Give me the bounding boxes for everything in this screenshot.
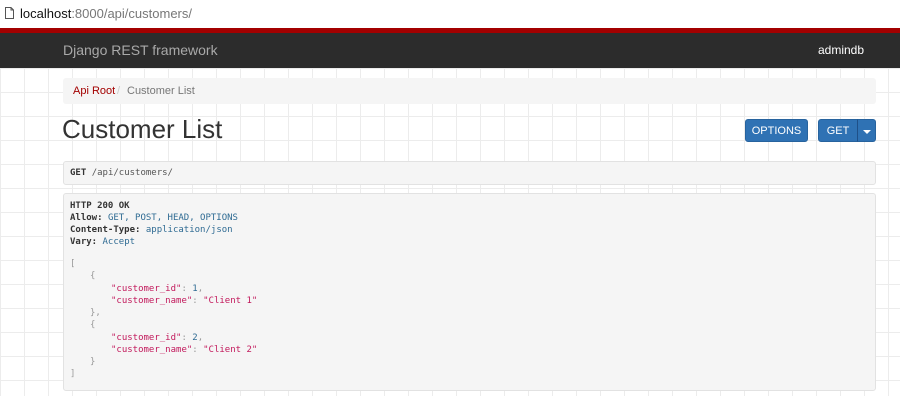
header-value: GET, POST, HEAD, OPTIONS — [107, 213, 238, 223]
json-open-bracket: [ — [70, 259, 76, 269]
json-close-brace: } — [90, 357, 96, 367]
header-name: Vary: — [70, 237, 98, 247]
json-key: "customer_name" — [111, 345, 193, 355]
json-comma: , — [197, 333, 204, 343]
caret-down-icon — [863, 130, 871, 134]
header-name: Content-Type: — [70, 225, 141, 235]
request-path: /api/customers/ — [91, 168, 173, 178]
options-button[interactable]: OPTIONS — [745, 119, 808, 142]
request-method: GET — [70, 168, 87, 178]
header-name: Allow: — [70, 213, 103, 223]
breadcrumb: Api Root / Customer List — [63, 78, 876, 104]
url-path: :8000/api/customers/ — [71, 6, 192, 21]
json-colon: : — [192, 296, 204, 306]
breadcrumb-separator: / — [117, 85, 121, 97]
json-comma: , — [197, 284, 204, 294]
url-text[interactable]: localhost:8000/api/customers/ — [20, 6, 192, 21]
header-value: application/json — [145, 225, 233, 235]
json-close-brace: }, — [90, 308, 101, 318]
get-button[interactable]: GET — [818, 119, 858, 142]
json-string-value: "Client 2" — [203, 345, 258, 355]
browser-address-bar[interactable]: localhost:8000/api/customers/ — [0, 0, 900, 29]
json-field-row: "customer_id": 1, — [111, 284, 203, 294]
navbar-user[interactable]: admindb — [818, 43, 864, 57]
response-info: HTTP 200 OK Allow: GET, POST, HEAD, OPTI… — [63, 193, 876, 391]
json-colon: : — [181, 284, 193, 294]
json-key: "customer_name" — [111, 296, 193, 306]
response-header: Content-Type: application/json — [70, 225, 233, 235]
json-close-bracket: ] — [70, 369, 76, 379]
page-icon — [5, 7, 14, 19]
page-title: Customer List — [62, 114, 223, 144]
json-key: "customer_id" — [111, 333, 182, 343]
json-open-brace: { — [90, 320, 96, 330]
json-field-row: "customer_id": 2, — [111, 333, 203, 343]
json-key: "customer_id" — [111, 284, 182, 294]
main-content: Api Root / Customer List Customer List O… — [0, 68, 900, 396]
response-header: Allow: GET, POST, HEAD, OPTIONS — [70, 213, 238, 223]
json-colon: : — [181, 333, 193, 343]
breadcrumb-current: Customer List — [127, 85, 195, 97]
navbar-brand[interactable]: Django REST framework — [63, 42, 218, 58]
json-field-row: "customer_name": "Client 1" — [111, 296, 257, 306]
request-info: GET /api/customers/ — [63, 161, 876, 185]
json-string-value: "Client 1" — [203, 296, 258, 306]
json-open-brace: { — [90, 271, 96, 281]
response-status: HTTP 200 OK — [70, 201, 130, 211]
url-host: localhost — [20, 6, 72, 21]
breadcrumb-api-root-link[interactable]: Api Root — [73, 78, 115, 104]
navbar: Django REST framework admindb — [0, 33, 900, 68]
json-field-row: "customer_name": "Client 2" — [111, 345, 257, 355]
json-colon: : — [192, 345, 204, 355]
header-value: Accept — [102, 237, 136, 247]
response-header: Vary: Accept — [70, 237, 135, 247]
get-format-dropdown-button[interactable] — [857, 119, 876, 142]
